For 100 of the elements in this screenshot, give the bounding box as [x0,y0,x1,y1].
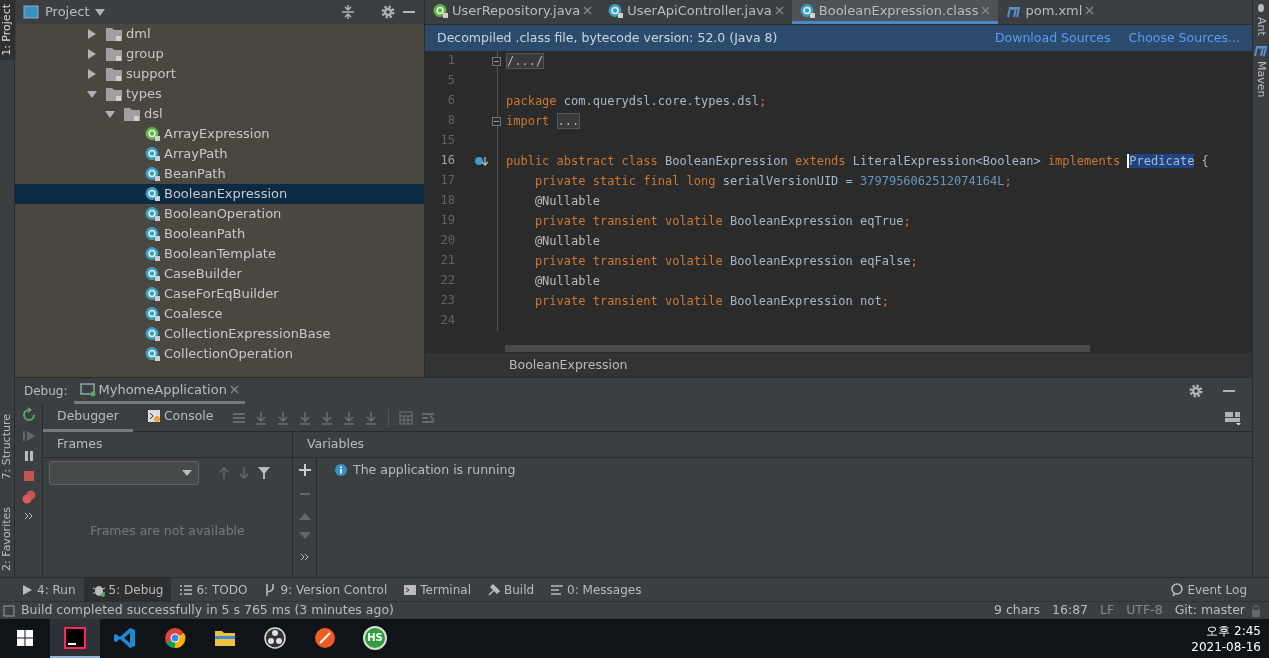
tree-item[interactable]: CollectionOperation [15,344,424,364]
tool-window-tab[interactable]: 1: Project [0,0,16,60]
class-icon [145,246,161,262]
fold-icon[interactable] [492,56,501,66]
status-message: Build completed successfully in 5 s 765 ms (3 minutes ago) [21,601,394,620]
status-item[interactable]: 16:87 [1052,601,1089,620]
banner-link[interactable]: Choose Sources... [1128,28,1240,48]
panel-title[interactable]: Project [45,2,90,22]
status-item[interactable]: 9 chars [994,601,1041,620]
tool-window-tab[interactable]: 2: Favorites [0,503,16,576]
panel-title: Variables [307,435,365,454]
close-icon[interactable] [583,6,593,15]
tree-item[interactable]: group [15,44,424,64]
tree-item[interactable]: BooleanExpression [15,184,424,204]
line-number: 20 [439,232,456,249]
tool-window-button[interactable]: 4: Run [12,577,84,602]
info-icon [335,464,347,476]
tree-item[interactable]: ArrayPath [15,144,424,164]
tool-window-button[interactable]: 9: Version Control [255,577,396,602]
tool-window-tab[interactable]: Maven [1252,56,1269,102]
debug-tab[interactable]: Debugger [43,403,133,432]
breadcrumb[interactable]: BooleanExpression [509,355,628,375]
class-icon [145,226,161,242]
code-line: public abstract class BooleanExpression extends LiteralExpression<Boolean> implements Predicate { [497,151,1252,171]
session-tab[interactable]: MyhomeApplication [73,378,245,404]
settings-icon[interactable] [1188,383,1204,399]
interface-icon [145,126,161,142]
tool-window-tab[interactable]: 7: Structure [0,409,16,484]
implements-icon[interactable] [473,154,489,168]
layout-icon[interactable] [1224,409,1242,426]
status-item[interactable]: Git: master [1174,601,1245,620]
line-number: 23 [439,292,456,309]
panel-toggle-icon[interactable] [3,604,15,617]
tool-window-button[interactable]: 6: TODO [171,577,256,602]
tree-item[interactable]: BooleanOperation [15,204,424,224]
tree-item[interactable]: BeanPath [15,164,424,184]
folder-icon [123,106,141,122]
tree-item[interactable]: CaseForEqBuilder [15,284,424,304]
rerun-icon[interactable] [20,407,37,423]
taskbar-app[interactable] [50,619,100,658]
editor-tab[interactable]: pom.xml [998,0,1103,24]
class-icon [145,346,161,362]
folder-icon [105,66,123,82]
editor-tab[interactable]: UserApiController.java [600,0,792,24]
debug-tab[interactable]: Console [132,403,228,432]
editor-tab[interactable]: UserRepository.java [425,0,601,24]
tree-item[interactable]: dml [15,24,424,44]
settings-icon[interactable] [380,4,396,20]
class-icon [145,286,161,302]
tree-item[interactable]: BooleanTemplate [15,244,424,264]
line-number: 1 [446,52,456,69]
tool-window-button[interactable]: Build [478,577,543,602]
editor-tab[interactable]: BooleanExpression.class [791,0,999,24]
interface-icon [433,2,449,19]
fold-icon[interactable] [492,116,501,126]
windows-logo-icon [17,629,33,646]
vscode-logo-icon [113,625,137,650]
breakpoints-icon[interactable] [20,489,37,505]
close-icon[interactable] [1085,6,1095,15]
tool-window-button[interactable]: 5: Debug [83,577,172,602]
line-number: 15 [439,132,456,149]
code-line: /.../ [497,51,1252,71]
tool-window-button[interactable]: Terminal [395,577,479,602]
more-icon[interactable] [299,552,310,562]
add-icon[interactable] [298,464,311,476]
chrome-logo-icon [163,625,187,650]
tool-window-tab[interactable]: Ant [1252,13,1269,40]
tree-item[interactable]: CaseBuilder [15,264,424,284]
tree-item[interactable]: Coalesce [15,304,424,324]
tree-item[interactable]: support [15,64,424,84]
class-icon [608,2,625,19]
class-icon [145,186,161,202]
tree-item[interactable]: dsl [15,104,424,124]
status-item[interactable]: LF [1100,601,1115,620]
banner-link[interactable]: Download Sources [994,28,1111,48]
tree-item[interactable]: types [15,84,424,104]
close-icon[interactable] [774,6,784,15]
filter-icon[interactable] [257,466,271,480]
tree-item[interactable]: CollectionExpressionBase [15,324,424,344]
class-icon [145,266,161,282]
clock[interactable]: 오후 2:45 2021-08-16 [1191,622,1269,655]
stop-icon[interactable] [21,469,36,483]
collapse-all-icon[interactable] [340,4,356,20]
caret-icon[interactable] [95,7,106,17]
close-icon[interactable] [981,6,991,15]
tool-window-button[interactable]: 0: Messages [542,577,650,602]
code-line: import ... [497,111,1252,131]
tree-item[interactable]: BooleanPath [15,224,424,244]
scrollbar[interactable] [505,345,1090,352]
folder-icon [105,46,123,62]
tree-item[interactable]: ArrayExpression [15,124,424,144]
messages-icon [550,582,565,597]
more-icon[interactable] [23,511,34,521]
taskbar-app[interactable]: HS [350,619,400,658]
close-icon[interactable] [229,385,239,394]
status-item[interactable]: UTF-8 [1126,601,1163,620]
class-icon [145,206,161,222]
event-log-button[interactable]: Event Log [1162,577,1255,602]
folder-icon [105,26,123,42]
line-number: 17 [439,172,456,189]
